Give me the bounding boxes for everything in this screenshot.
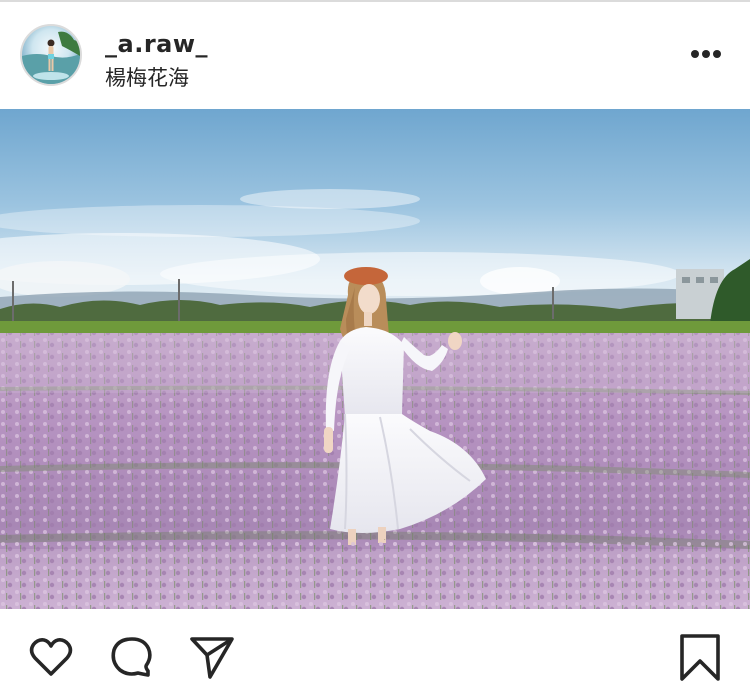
location-label[interactable]: 楊梅花海 [105,62,189,92]
lavender-field-photo [0,109,750,609]
share-button[interactable] [188,633,236,681]
more-options-button[interactable] [684,42,728,66]
more-horizontal-icon [691,50,721,58]
post-header: _a.raw_ 楊梅花海 [0,2,750,109]
avatar-image [22,31,80,84]
username[interactable]: _a.raw_ [105,30,208,58]
heart-outline-icon [29,638,73,676]
paper-plane-icon [190,637,234,679]
profile-avatar[interactable] [20,24,82,86]
comment-bubble-icon [111,637,152,677]
save-button[interactable] [676,633,724,681]
post-action-bar [0,609,750,690]
like-button[interactable] [27,633,75,681]
bookmark-outline-icon [680,634,720,681]
post-photo[interactable] [0,109,750,609]
comment-button[interactable] [108,633,156,681]
